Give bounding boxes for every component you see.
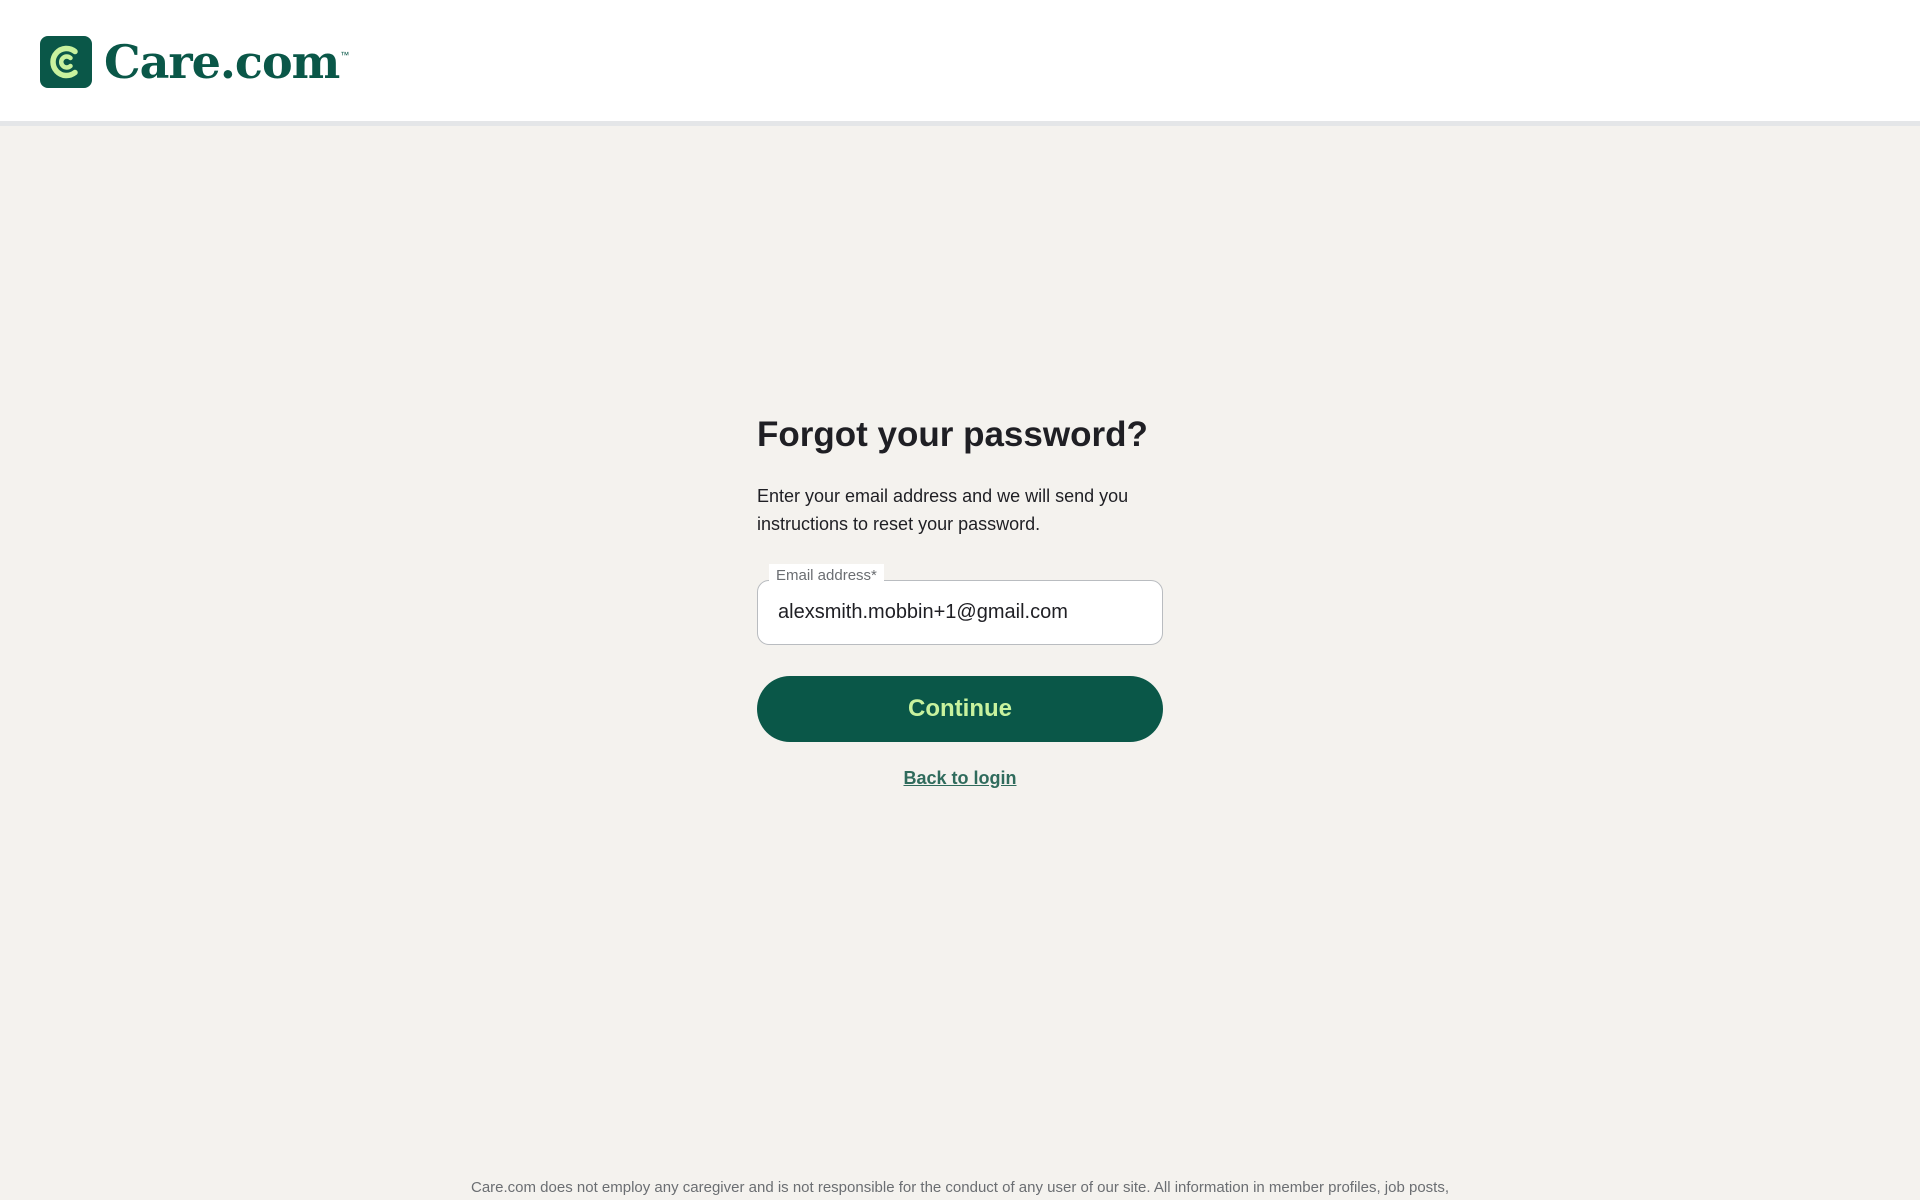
care-logo-link[interactable]: Care.com ™ — [40, 36, 349, 88]
forgot-password-panel: Forgot your password? Enter your email a… — [757, 410, 1163, 789]
footer-disclaimer: Care.com does not employ any caregiver a… — [471, 1179, 1449, 1196]
email-field: Email address* — [757, 564, 1163, 645]
back-to-login-link[interactable]: Back to login — [757, 768, 1163, 789]
instructions-text: Enter your email address and we will sen… — [757, 486, 1129, 534]
continue-button[interactable]: Continue — [757, 676, 1163, 742]
logo-wordmark: Care.com — [104, 35, 340, 89]
email-input[interactable] — [758, 581, 1162, 644]
site-header: Care.com ™ — [0, 0, 1920, 126]
trademark-symbol: ™ — [340, 50, 350, 60]
page-title: Forgot your password? — [757, 415, 1148, 454]
care-logo-icon — [40, 36, 92, 88]
